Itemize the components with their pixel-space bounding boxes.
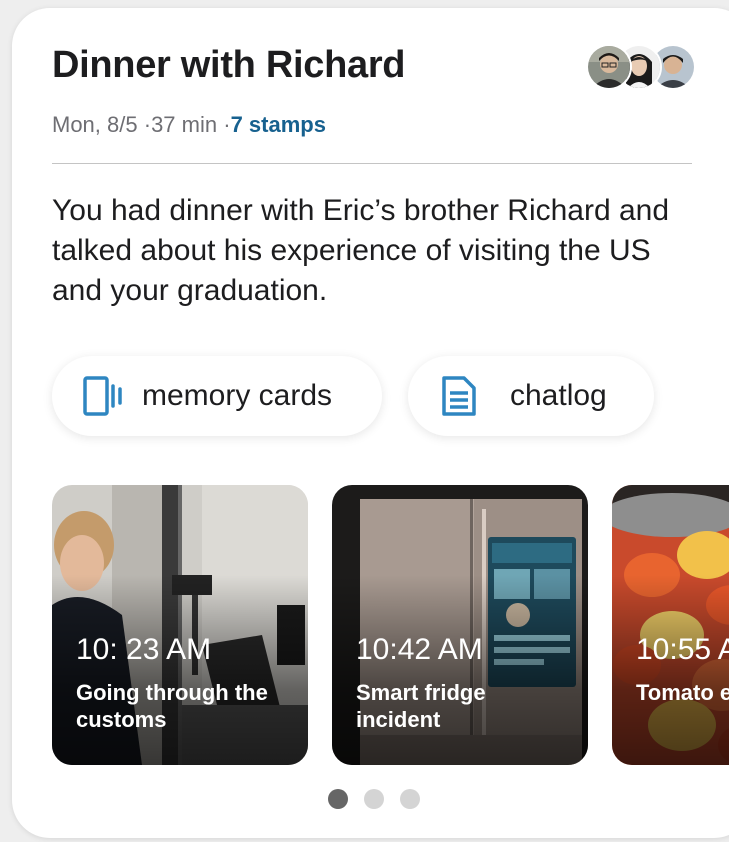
cards-icon bbox=[82, 375, 124, 417]
memory-cards-button[interactable]: memory cards bbox=[52, 356, 382, 436]
event-meta: Mon, 8/5 ·37 min ·7 stamps bbox=[52, 112, 326, 138]
avatar-man-glasses-icon bbox=[588, 46, 630, 88]
memory-card-time: 10: 23 AM bbox=[76, 633, 212, 666]
avatar[interactable] bbox=[586, 44, 632, 90]
meta-separator: · bbox=[143, 112, 152, 137]
pagination-dot[interactable] bbox=[400, 789, 420, 809]
memory-card-time: 10:42 AM bbox=[356, 633, 483, 666]
document-icon bbox=[438, 375, 480, 417]
memory-cards-label: memory cards bbox=[142, 379, 333, 412]
memory-card-tomato[interactable]: 10:55 AM Tomato egg stir fry bbox=[612, 485, 729, 765]
pagination-dot[interactable] bbox=[364, 789, 384, 809]
stamps-link[interactable]: 7 stamps bbox=[231, 112, 326, 137]
memory-card-carousel[interactable]: 10: 23 AM Going through the customs 10:4… bbox=[52, 485, 729, 765]
card-shade bbox=[52, 575, 308, 765]
card-shade bbox=[332, 575, 588, 765]
event-summary: You had dinner with Eric’s brother Richa… bbox=[52, 194, 670, 307]
memory-card-caption: Smart fridge incident bbox=[356, 680, 486, 732]
event-title: Dinner with Richard bbox=[52, 44, 406, 86]
memory-card-customs[interactable]: 10: 23 AM Going through the customs bbox=[52, 485, 308, 765]
chatlog-button[interactable]: chatlog bbox=[408, 356, 654, 436]
event-date: Mon, 8/5 bbox=[52, 112, 138, 137]
event-card: Dinner with Richard Mon, 8/5 ·37 min ·7 … bbox=[12, 8, 729, 838]
memory-card-time: 10:55 AM bbox=[636, 633, 729, 666]
event-duration: 37 min bbox=[151, 112, 218, 137]
memory-card-fridge[interactable]: 10:42 AM Smart fridge incident bbox=[332, 485, 588, 765]
chatlog-label: chatlog bbox=[510, 379, 607, 412]
card-shade bbox=[612, 575, 729, 765]
divider bbox=[52, 163, 692, 164]
pagination-dot-active[interactable] bbox=[328, 789, 348, 809]
meta-separator: · bbox=[223, 112, 231, 137]
memory-card-caption: Going through the customs bbox=[76, 680, 268, 732]
memory-card-caption: Tomato egg stir fry bbox=[636, 680, 729, 705]
